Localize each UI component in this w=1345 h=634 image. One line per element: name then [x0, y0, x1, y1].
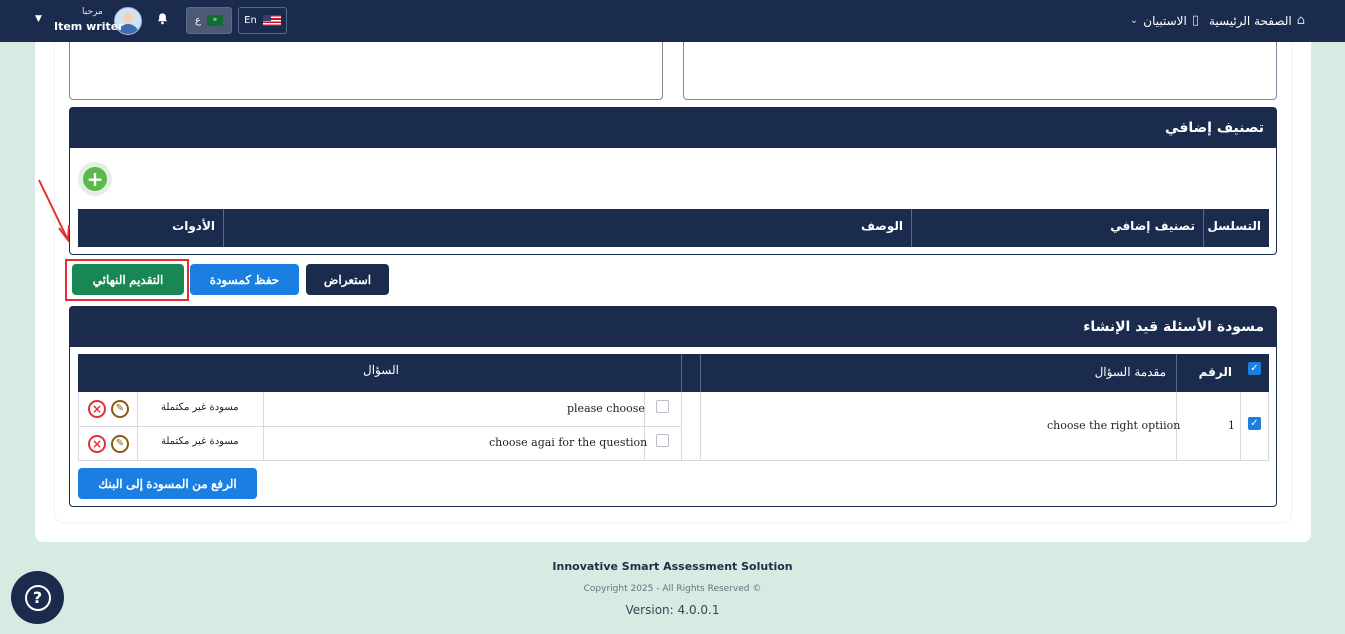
- preview-button[interactable]: استعراض: [306, 264, 389, 295]
- footer-product: Innovative Smart Assessment Solution: [552, 560, 793, 573]
- nav-survey-label: الاستبيان: [1143, 13, 1187, 28]
- nav-home[interactable]: ⌂ الصفحة الرئيسية: [1209, 13, 1305, 28]
- table-row: ✓ 1 choose the right optiion please choo…: [78, 392, 1269, 461]
- us-flag-icon: [262, 15, 281, 26]
- saudi-flag-icon: ≡: [206, 15, 223, 26]
- caret-down-icon[interactable]: ▼: [35, 14, 42, 24]
- sub-item-question: please choose: [567, 402, 645, 415]
- user-name[interactable]: Item writer: [54, 20, 124, 33]
- delete-icon[interactable]: ×: [88, 435, 106, 453]
- lang-en-label: En: [244, 15, 257, 26]
- bell-icon[interactable]: [156, 12, 169, 25]
- col-stem: مقدمة السؤال: [700, 354, 1176, 392]
- home-icon: ⌂: [1296, 13, 1305, 28]
- col-spacer: [681, 354, 700, 392]
- delete-icon[interactable]: ×: [88, 400, 106, 418]
- nav-survey-dropdown[interactable]: ▯ الاستبيان ⌄: [1130, 13, 1199, 28]
- edit-icon[interactable]: ✎: [111, 435, 129, 453]
- draft-questions-title: مسودة الأسئلة قيد الإنشاء: [70, 307, 1276, 347]
- draft-questions-table: ✓ الرقم مقدمة السؤال السؤال ✓ 1 choose t…: [78, 354, 1269, 461]
- sub-item-status: مسودة غير مكتملة: [161, 436, 239, 447]
- extra-classification-panel: تصنيف إضافي + التسلسل تصنيف إضافي الوصف …: [69, 107, 1277, 255]
- question-mark-icon: ?: [24, 584, 51, 611]
- row-stem: choose the right optiion: [1047, 419, 1181, 432]
- help-button[interactable]: ?: [11, 571, 64, 624]
- col-question: السؤال: [78, 354, 681, 392]
- final-submit-button[interactable]: التقديم النهائي: [72, 264, 184, 295]
- lang-ar-button[interactable]: ع ≡: [186, 7, 232, 34]
- col-tools: الأدوات: [172, 219, 215, 233]
- lang-en-button[interactable]: En: [238, 7, 287, 34]
- upload-to-bank-button[interactable]: الرفع من المسودة إلى البنك: [78, 468, 257, 499]
- nav-home-label: الصفحة الرئيسية: [1208, 13, 1292, 28]
- user-greeting: مرحبا: [82, 7, 103, 17]
- sub-item-checkbox[interactable]: [656, 434, 669, 447]
- select-all-checkbox[interactable]: ✓: [1248, 362, 1261, 375]
- sub-item-status: مسودة غير مكتملة: [161, 402, 239, 413]
- save-draft-button[interactable]: حفظ كمسودة: [190, 264, 299, 295]
- col-number-label: الرقم: [1198, 365, 1232, 379]
- textarea-left[interactable]: [69, 42, 663, 100]
- extra-classification-title: تصنيف إضافي: [70, 108, 1276, 148]
- row-checkbox[interactable]: ✓: [1248, 417, 1261, 430]
- col-description: الوصف: [223, 209, 911, 247]
- col-question-label: السؤال: [363, 363, 399, 377]
- col-stem-label: مقدمة السؤال: [1094, 365, 1166, 379]
- sub-item-checkbox[interactable]: [656, 400, 669, 413]
- col-number: الرقم: [1176, 354, 1240, 392]
- lang-ar-label: ع: [195, 15, 201, 26]
- footer-version: Version: 4.0.0.1: [625, 603, 720, 617]
- annotation-arrow: [38, 179, 70, 243]
- col-sequence: التسلسل: [1203, 209, 1269, 247]
- textarea-right[interactable]: [683, 42, 1277, 100]
- sub-item-question: choose agai for the question: [489, 436, 648, 449]
- plus-icon: +: [83, 167, 107, 191]
- draft-questions-panel: مسودة الأسئلة قيد الإنشاء ✓ الرقم مقدمة …: [69, 306, 1277, 507]
- add-classification-button[interactable]: +: [78, 162, 112, 196]
- draft-table-header: ✓ الرقم مقدمة السؤال السؤال: [78, 354, 1269, 392]
- chevron-down-icon: ⌄: [1129, 15, 1139, 26]
- footer-copyright: Copyright 2025 - All Rights Reserved ©: [583, 584, 762, 594]
- col-extra-classification: تصنيف إضافي: [911, 209, 1203, 247]
- col-select-all: ✓: [1240, 354, 1269, 392]
- edit-icon[interactable]: ✎: [111, 400, 129, 418]
- extra-classification-table-header: التسلسل تصنيف إضافي الوصف الأدوات: [78, 209, 1269, 247]
- top-navbar: ⌂ الصفحة الرئيسية ▯ الاستبيان ⌄ En ع ≡ م…: [0, 0, 1345, 42]
- book-icon: ▯: [1191, 13, 1199, 28]
- row-number: 1: [1228, 419, 1235, 432]
